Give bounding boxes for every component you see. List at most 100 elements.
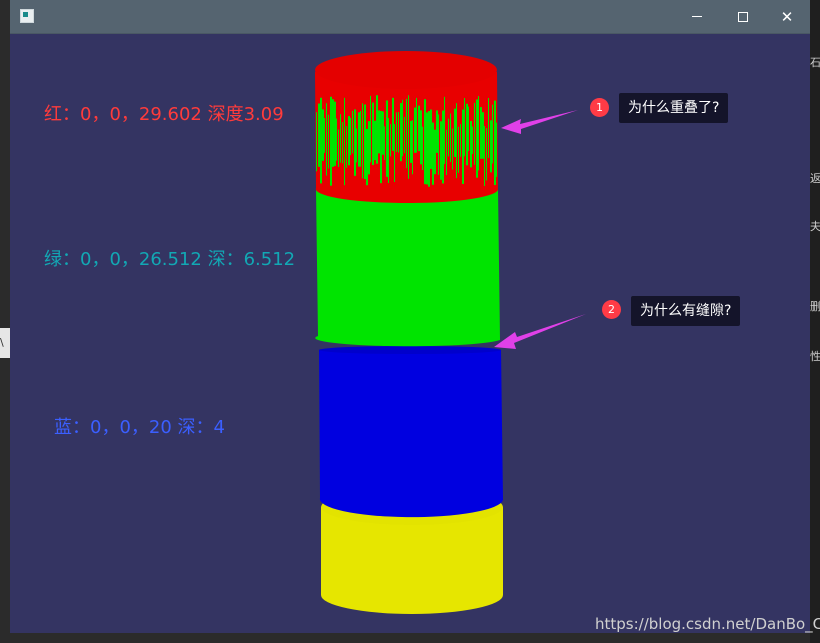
z-fighting-stripe	[460, 124, 461, 157]
z-fighting-stripe	[412, 120, 413, 175]
blue-cylinder	[319, 346, 503, 518]
z-fighting-stripe	[486, 128, 487, 181]
callout-arrow-2	[494, 314, 586, 349]
z-fighting-stripe	[354, 109, 356, 176]
z-fighting-stripe	[384, 126, 385, 161]
z-fighting-stripe	[360, 110, 361, 167]
callout-badge-1: 1	[590, 98, 609, 117]
z-fighting-stripe	[432, 122, 434, 185]
z-fighting-stripe	[356, 128, 357, 163]
z-fighting-stripe	[316, 112, 317, 172]
z-fighting-stripe	[494, 100, 496, 185]
z-fighting-stripe	[380, 110, 382, 184]
z-fighting-stripe	[370, 95, 371, 163]
z-fighting-stripe	[454, 108, 456, 157]
z-fighting-stripe	[396, 112, 397, 152]
z-fighting-stripe	[366, 128, 368, 186]
z-fighting-stripe	[400, 103, 402, 162]
z-fighting-stripe	[318, 103, 320, 167]
z-fighting-stripe	[458, 126, 459, 173]
z-fighting-stripe	[326, 103, 327, 176]
z-fighting-stripe	[376, 95, 378, 164]
z-fighting-stripe	[336, 118, 337, 161]
z-fighting-stripe	[456, 103, 457, 179]
z-fighting-stripe	[490, 120, 492, 173]
z-fighting-stripe	[436, 110, 438, 153]
z-fighting-stripe	[452, 128, 453, 170]
callout-bubble-1: 为什么重叠了?	[619, 93, 729, 123]
z-fighting-stripe	[414, 107, 416, 153]
z-fighting-stripe	[410, 120, 412, 163]
z-fighting-stripe	[324, 118, 325, 153]
z-fighting-stripe	[482, 112, 484, 159]
red-cylinder-label: 红：0，0，29.602 深度3.09	[44, 104, 284, 125]
z-fighting-stripe	[426, 112, 428, 185]
z-fighting-stripe	[394, 124, 395, 183]
z-fighting-stripe	[492, 104, 493, 164]
z-fighting-stripe	[338, 129, 339, 167]
z-fighting-stripe	[362, 103, 363, 179]
z-fighting-stripe	[442, 110, 444, 184]
z-fighting-stripe	[328, 114, 329, 169]
z-fighting-stripe	[342, 122, 343, 164]
z-fighting-stripe	[398, 112, 399, 153]
z-fighting-stripe	[352, 110, 353, 154]
z-fighting-stripe	[392, 97, 394, 151]
z-fighting-stripe	[424, 99, 426, 185]
z-fighting-stripe	[428, 111, 430, 187]
red-cylinder	[315, 51, 498, 204]
z-fighting-stripe	[484, 126, 485, 187]
z-fighting-stripe	[434, 129, 436, 175]
z-fighting-stripe	[386, 100, 388, 177]
z-fighting-stripe	[372, 102, 374, 165]
callout-badge-2: 2	[602, 300, 621, 319]
callout-bubble-2: 为什么有缝隙?	[631, 296, 741, 326]
z-fighting-stripe	[430, 109, 432, 169]
z-fighting-stripe	[320, 97, 322, 184]
z-fighting-stripe	[422, 126, 423, 171]
z-fighting-stripe	[346, 125, 347, 168]
z-fighting-stripe	[418, 105, 420, 152]
z-fighting-stripe	[474, 102, 475, 165]
green-cylinder-label: 绿：0，0，26.512 深：6.512	[44, 249, 296, 270]
z-fighting-stripe	[462, 109, 464, 184]
z-fighting-stripe	[332, 99, 334, 167]
z-fighting-stripe	[466, 103, 468, 166]
z-fighting-stripe	[348, 116, 350, 166]
z-fighting-stripe	[344, 97, 345, 186]
z-fighting-stripe	[470, 120, 472, 168]
z-fighting-stripe	[402, 99, 403, 157]
z-fighting-stripe	[378, 110, 380, 154]
z-fighting-stripe	[476, 99, 478, 178]
z-fighting-stripe	[406, 98, 407, 169]
z-fighting-stripe	[478, 96, 479, 171]
z-fighting-stripe	[448, 118, 449, 157]
z-fighting-stripe	[404, 116, 405, 154]
z-fighting-stripe	[388, 118, 389, 184]
z-fighting-stripe	[364, 104, 366, 180]
z-fighting-stripe	[440, 121, 442, 180]
z-fighting-stripe	[472, 126, 473, 154]
z-fighting-stripe	[374, 120, 376, 161]
z-fighting-stripe	[464, 97, 465, 157]
z-fighting-stripe	[416, 97, 417, 153]
z-fighting-stripe	[330, 96, 332, 186]
z-fighting-stripe	[334, 101, 336, 166]
watermark: https://blog.csdn.net/DanBo_C	[595, 615, 820, 633]
z-fighting-stripe	[340, 114, 341, 163]
z-fighting-stripe	[420, 110, 422, 165]
z-fighting-stripe	[444, 96, 445, 165]
z-fighting-stripe	[496, 122, 497, 177]
z-fighting-stripe	[358, 112, 360, 167]
z-fighting-stripe	[480, 107, 482, 159]
z-fighting-stripe	[438, 114, 439, 175]
z-fighting-stripe	[368, 121, 370, 175]
green-cylinder	[315, 188, 500, 347]
z-fighting-stripe	[390, 124, 391, 157]
callout-arrow-1	[501, 110, 578, 134]
z-fighting-stripe	[468, 106, 469, 152]
z-fighting-stripe	[382, 111, 384, 155]
blue-cylinder-label: 蓝：0，0，20 深：4	[54, 417, 225, 438]
z-fighting-stripe	[488, 98, 489, 158]
z-fighting-stripe	[350, 117, 351, 156]
